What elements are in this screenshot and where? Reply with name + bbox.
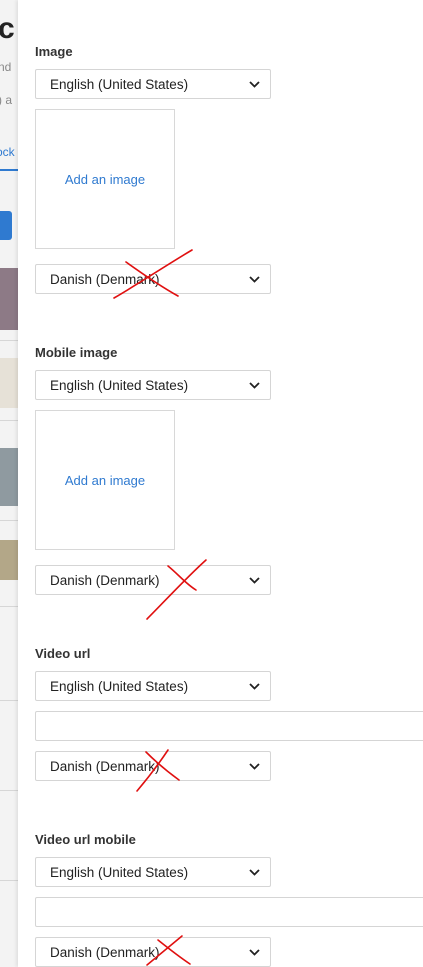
select-value: English (United States) [50, 377, 189, 393]
background-tab[interactable]: ock [0, 145, 15, 159]
background-divider [0, 520, 18, 521]
background-primary-button[interactable] [0, 211, 12, 240]
background-divider [0, 606, 18, 607]
background-page: c nd ) a ock [0, 0, 18, 967]
chevron-down-icon [248, 379, 260, 391]
chevron-down-icon [248, 866, 260, 878]
video-url-mobile-section-title: Video url mobile [35, 832, 136, 847]
chevron-down-icon [248, 78, 260, 90]
mobile-image-language-select-english[interactable]: English (United States) [35, 370, 271, 400]
add-image-link[interactable]: Add an image [65, 172, 145, 187]
background-thumbnail [0, 448, 18, 506]
chevron-down-icon [248, 273, 260, 285]
background-page-title: c [0, 12, 15, 45]
background-page-subtitle: nd [0, 60, 12, 74]
background-divider [0, 340, 18, 341]
background-thumbnail [0, 540, 18, 580]
background-page-subtitle-2: ) a [0, 93, 13, 107]
chevron-down-icon [248, 946, 260, 958]
cross-mark-icon [146, 935, 191, 966]
image-upload-box[interactable]: Add an image [35, 109, 175, 249]
video-url-mobile-input[interactable] [35, 897, 423, 927]
background-divider [0, 790, 18, 791]
select-value: English (United States) [50, 864, 189, 880]
select-value: English (United States) [50, 678, 189, 694]
mobile-image-upload-box[interactable]: Add an image [35, 410, 175, 550]
video-url-language-select-english[interactable]: English (United States) [35, 671, 271, 701]
image-language-select-english[interactable]: English (United States) [35, 69, 271, 99]
cross-mark-icon [113, 249, 193, 299]
background-tab-underline [0, 169, 18, 171]
background-divider [0, 420, 18, 421]
image-section-title: Image [35, 44, 73, 59]
chevron-down-icon [248, 680, 260, 692]
mobile-image-section-title: Mobile image [35, 345, 118, 360]
media-settings-drawer: Image English (United States) Add an ima… [18, 0, 423, 967]
chevron-down-icon [248, 760, 260, 772]
video-url-mobile-language-select-english[interactable]: English (United States) [35, 857, 271, 887]
video-url-section-title: Video url [35, 646, 91, 661]
background-thumbnail [0, 358, 18, 408]
chevron-down-icon [248, 574, 260, 586]
background-thumbnail [0, 268, 18, 330]
background-divider [0, 700, 18, 701]
cross-mark-icon [146, 559, 207, 620]
cross-mark-icon [136, 749, 180, 792]
background-divider [0, 880, 18, 881]
select-value: English (United States) [50, 76, 189, 92]
video-url-input[interactable] [35, 711, 423, 741]
add-image-link[interactable]: Add an image [65, 473, 145, 488]
